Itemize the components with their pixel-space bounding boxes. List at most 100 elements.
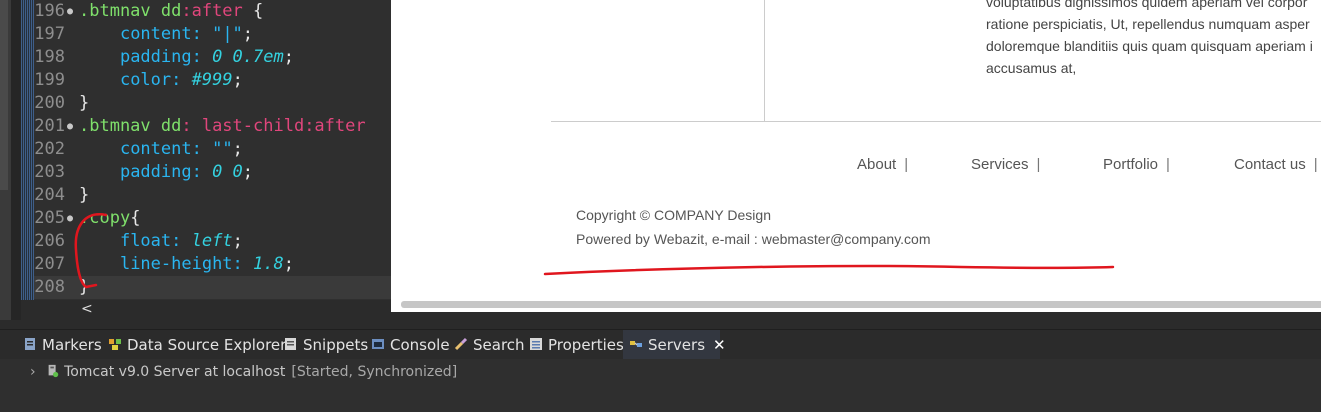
red-annotation-bracket: [74, 213, 108, 289]
code-text: color: #999;: [79, 69, 243, 92]
code-line[interactable]: 198 padding: 0 0.7em;: [34, 46, 391, 69]
code-token: 0 0.7em: [212, 47, 284, 67]
code-token: line-height:: [119, 254, 254, 274]
tab-console[interactable]: Console: [370, 330, 450, 360]
tab-label: Markers: [42, 336, 102, 354]
tab-data-source-explorer[interactable]: Data Source Explorer: [107, 330, 286, 360]
code-token: "|": [212, 24, 243, 44]
tab-snippets[interactable]: Snippets: [283, 330, 368, 360]
code-token: left: [191, 231, 233, 251]
tomcat-server-icon: [48, 364, 59, 378]
line-number: 200: [34, 93, 65, 113]
close-icon[interactable]: ✕: [713, 336, 726, 354]
code-token: {: [130, 208, 141, 228]
code-line[interactable]: 201 ● .btmnav dd: last-child:after: [34, 115, 391, 138]
line-number: 208: [34, 277, 65, 297]
code-text: }: [79, 184, 89, 207]
line-number: 205: [34, 208, 65, 228]
code-token: ;: [242, 162, 254, 182]
fold-toggle-icon[interactable]: ●: [67, 115, 79, 138]
code-token: color:: [119, 70, 192, 90]
footer-nav-about[interactable]: About |: [857, 156, 908, 173]
code-token: ;: [283, 47, 294, 67]
left-sidebar-strip: [0, 0, 11, 320]
line-number: 207: [34, 254, 65, 274]
preview-horizontal-scrollbar[interactable]: [401, 301, 1321, 308]
code-token: "": [212, 139, 233, 159]
tab-servers[interactable]: Servers ✕: [623, 330, 726, 360]
code-text: content: "";: [79, 138, 243, 161]
line-number: 203: [34, 162, 65, 182]
footer-nav-contact[interactable]: Contact us |: [1234, 156, 1318, 173]
code-token: ;: [232, 139, 243, 159]
server-tree-item[interactable]: › Tomcat v9.0 Server at localhost [Starte…: [30, 362, 457, 382]
tab-label: Console: [390, 336, 450, 354]
chevron-right-icon[interactable]: ›: [30, 364, 36, 380]
data-source-icon: [109, 339, 121, 350]
tab-label: Search: [473, 336, 525, 354]
tab-search[interactable]: Search: [453, 330, 525, 360]
code-token: : last-child: [181, 116, 305, 136]
code-token: ;: [232, 70, 243, 90]
browser-preview[interactable]: voluptatibus dignissimos quidem aperiam …: [391, 0, 1321, 312]
code-token: padding:: [119, 47, 213, 67]
code-text: content: "|";: [79, 23, 253, 46]
editor-horizontal-scrollbar[interactable]: <: [21, 300, 391, 320]
footer-nav-portfolio[interactable]: Portfolio |: [1103, 156, 1170, 173]
code-token: :after: [181, 1, 243, 21]
left-sidebar-scroll-thumb[interactable]: [0, 0, 8, 190]
code-token: ;: [232, 231, 243, 251]
code-line[interactable]: 204}: [34, 184, 391, 207]
column-divider: [764, 0, 765, 121]
code-line[interactable]: 200}: [34, 92, 391, 115]
nav-separator: |: [1166, 156, 1170, 173]
code-text: }: [79, 92, 89, 115]
code-token: 0 0: [212, 162, 243, 182]
line-number: 197: [34, 24, 65, 44]
tab-markers[interactable]: Markers: [22, 330, 102, 360]
servers-view: › Tomcat v9.0 Server at localhost [Starte…: [0, 359, 1321, 412]
code-line[interactable]: 197 content: "|";: [34, 23, 391, 46]
console-icon: [372, 339, 384, 349]
code-token: content:: [119, 139, 213, 159]
copyright-block: Copyright © COMPANY Design Powered by We…: [576, 203, 931, 251]
code-token: #999: [191, 70, 233, 90]
footer-nav-services[interactable]: Services |: [971, 156, 1040, 173]
search-icon: [454, 337, 468, 351]
preview-bottom-edge: [391, 312, 1321, 320]
code-editor[interactable]: 196 ● .btmnav dd:after {197 content: "|"; 1…: [21, 0, 391, 300]
tab-label: Data Source Explorer: [127, 336, 287, 354]
nav-label[interactable]: Contact us: [1234, 156, 1306, 173]
scroll-left-arrow-icon[interactable]: <: [81, 301, 93, 317]
lorem-text-block: voluptatibus dignissimos quidem aperiam …: [986, 0, 1321, 79]
code-line[interactable]: 203 padding: 0 0;: [34, 161, 391, 184]
lorem-line: ratione perspiciatis, Ut, repellendus nu…: [986, 16, 1310, 32]
nav-separator: |: [904, 156, 909, 173]
line-number: 198: [34, 47, 65, 67]
fold-toggle-icon[interactable]: ●: [67, 0, 79, 23]
tab-properties[interactable]: Properties: [528, 330, 624, 360]
code-text: padding: 0 0;: [79, 161, 253, 184]
code-token: }: [79, 185, 90, 205]
tab-label: Servers: [648, 336, 706, 354]
code-token: content:: [119, 24, 213, 44]
code-text: padding: 0 0.7em;: [79, 46, 294, 69]
code-text: .btmnav dd: last-child:after: [79, 115, 366, 138]
code-line[interactable]: 196 ● .btmnav dd:after {: [34, 0, 391, 23]
code-line[interactable]: 199 color: #999;: [34, 69, 391, 92]
line-number: 196: [34, 1, 65, 21]
code-token: padding:: [119, 162, 213, 182]
nav-label[interactable]: Portfolio: [1103, 156, 1158, 173]
code-text: .btmnav dd:after {: [79, 0, 263, 23]
line-number: 201: [34, 116, 65, 136]
code-token: .btmnav dd: [79, 1, 182, 21]
code-line[interactable]: 202 content: "";: [34, 138, 391, 161]
server-name: Tomcat v9.0 Server at localhost: [64, 364, 286, 380]
footer-divider: [551, 121, 1321, 122]
nav-label[interactable]: About: [857, 156, 896, 173]
change-ruler: [21, 0, 34, 300]
nav-label[interactable]: Services: [971, 156, 1029, 173]
servers-icon: [630, 341, 642, 347]
